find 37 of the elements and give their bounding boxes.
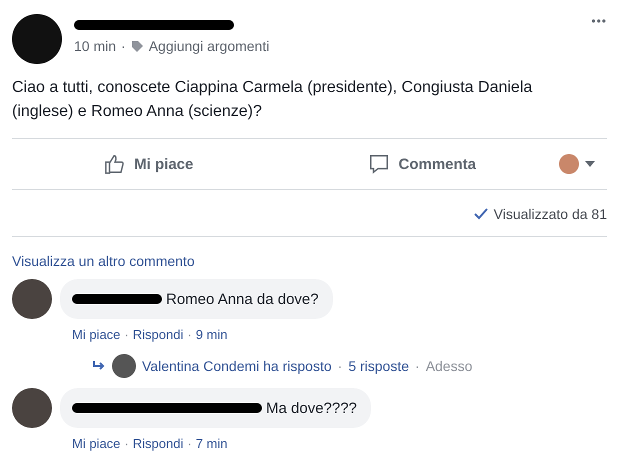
comment-text: Romeo Anna da dove? bbox=[166, 290, 319, 308]
seen-count: Visualizzato da 81 bbox=[474, 206, 607, 222]
post-text: Ciao a tutti, conoscete Ciappina Carmela (presidente), Congiusta Daniela (inglese) e Romeo Anna (scienze)? bbox=[12, 78, 534, 122]
avatar[interactable] bbox=[12, 14, 62, 64]
comment-text: Ma dove???? bbox=[266, 400, 357, 416]
comment-time[interactable]: 7 min bbox=[196, 436, 228, 451]
check-icon bbox=[474, 208, 488, 220]
separator: · bbox=[187, 436, 192, 451]
separator: · bbox=[415, 358, 420, 374]
speech-bubble-icon bbox=[368, 153, 390, 175]
like-button[interactable]: Mi piace bbox=[12, 152, 286, 176]
separator: · bbox=[124, 436, 129, 451]
separator: · bbox=[124, 327, 129, 342]
comment-action-link[interactable]: Mi piace bbox=[72, 436, 120, 451]
add-topics-link[interactable]: Aggiungi argomenti bbox=[148, 38, 270, 54]
separator: · bbox=[121, 38, 126, 54]
tag-icon bbox=[130, 40, 144, 52]
avatar bbox=[112, 354, 136, 378]
comment-action-link[interactable]: Rispondi bbox=[132, 436, 184, 451]
avatar[interactable] bbox=[12, 279, 52, 319]
more-comments-link[interactable]: Visualizza un altro commento bbox=[12, 253, 607, 269]
avatar bbox=[559, 154, 579, 174]
reply-time: Adesso bbox=[426, 358, 472, 374]
avatar[interactable] bbox=[12, 388, 52, 428]
separator: · bbox=[187, 327, 192, 342]
separator: · bbox=[338, 358, 342, 374]
comment-action-link[interactable]: Mi piace bbox=[72, 327, 120, 342]
reply-count[interactable]: 5 risposte bbox=[348, 358, 410, 374]
post-time[interactable]: 10 min bbox=[74, 38, 116, 54]
thumbs-up-icon bbox=[104, 153, 126, 175]
comment-time[interactable]: 9 min bbox=[196, 327, 228, 342]
replies-link[interactable]: Valentina Condemi ha risposto bbox=[142, 358, 332, 374]
reply-arrow-icon bbox=[92, 360, 106, 372]
more-options-icon[interactable]: ••• bbox=[591, 14, 607, 28]
comment-action-link[interactable]: Rispondi bbox=[132, 327, 184, 342]
caret-icon[interactable] bbox=[585, 161, 595, 167]
comment-button[interactable]: Commenta bbox=[286, 152, 559, 176]
